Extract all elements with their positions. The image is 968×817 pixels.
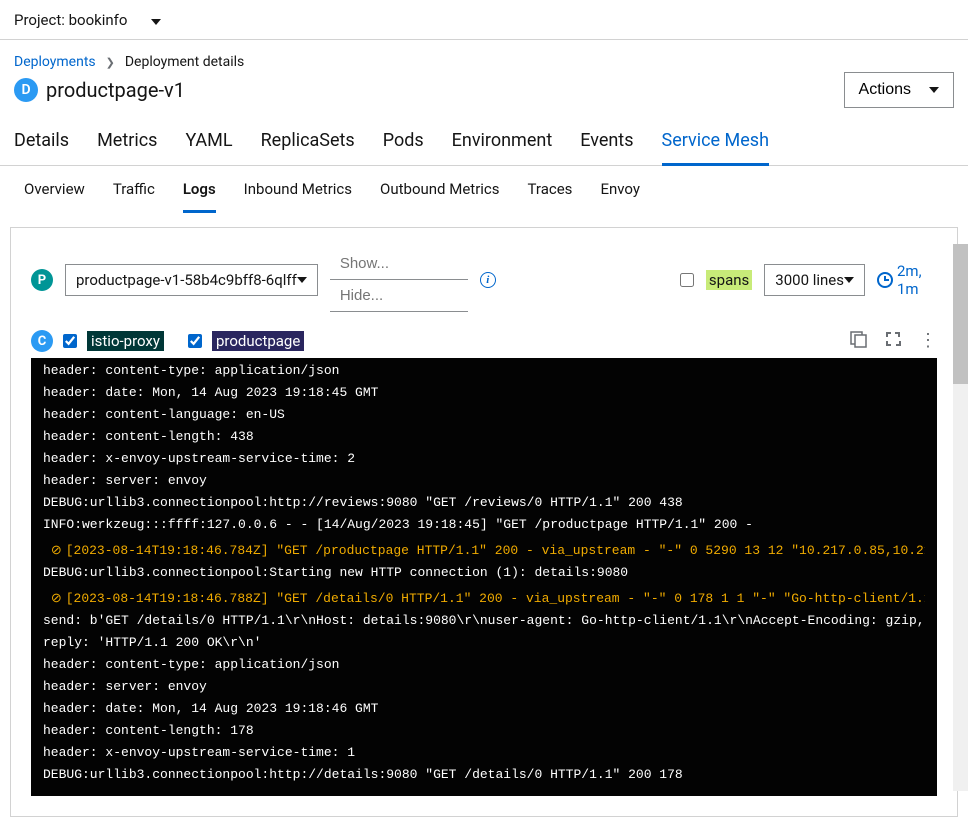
lines-select-value: 3000 lines <box>775 271 844 289</box>
productpage-checkbox[interactable] <box>188 334 202 348</box>
project-caret-icon[interactable] <box>151 10 161 29</box>
pod-badge: P <box>31 269 53 291</box>
istio-label: istio-proxy <box>87 331 164 351</box>
page-title: productpage-v1 <box>46 78 185 102</box>
actions-button[interactable]: Actions <box>844 72 954 108</box>
spans-checkbox[interactable] <box>680 273 694 287</box>
caret-down-icon <box>844 277 854 283</box>
log-line: header: server: envoy <box>43 676 925 698</box>
project-label[interactable]: Project: bookinfo <box>14 11 127 29</box>
tab-environment[interactable]: Environment <box>452 118 553 165</box>
scrollbar-thumb[interactable] <box>953 244 968 384</box>
time-range[interactable]: 2m, 1m <box>877 262 937 298</box>
log-line: header: content-type: application/json <box>43 654 925 676</box>
log-line: reply: 'HTTP/1.1 200 OK\r\n' <box>43 632 925 654</box>
caret-down-icon <box>929 87 939 93</box>
istio-checkbox[interactable] <box>63 334 77 348</box>
log-line: INFO:werkzeug:::ffff:127.0.0.6 - - [14/A… <box>43 514 925 536</box>
log-line: header: date: Mon, 14 Aug 2023 19:18:45 … <box>43 382 925 404</box>
caret-down-icon <box>297 277 307 283</box>
page-header: Deployments ❯ Deployment details D produ… <box>0 40 968 118</box>
subtab-traffic[interactable]: Traffic <box>113 168 155 213</box>
info-icon[interactable]: i <box>480 272 496 288</box>
sub-tabs: Overview Traffic Logs Inbound Metrics Outbou… <box>0 168 968 213</box>
subtab-logs[interactable]: Logs <box>183 168 216 213</box>
breadcrumb: Deployments ❯ Deployment details <box>14 54 244 70</box>
lines-select[interactable]: 3000 lines <box>764 264 865 296</box>
tab-events[interactable]: Events <box>580 118 633 165</box>
expand-icon[interactable] <box>885 331 901 351</box>
log-line: header: content-length: 178 <box>43 720 925 742</box>
subtab-outbound-metrics[interactable]: Outbound Metrics <box>380 168 500 213</box>
tab-yaml[interactable]: YAML <box>185 118 232 165</box>
clock-icon <box>877 272 893 288</box>
log-line: header: server: envoy <box>43 470 925 492</box>
tab-details[interactable]: Details <box>14 118 69 165</box>
kebab-icon[interactable]: ⋮ <box>919 332 937 350</box>
log-line: DEBUG:urllib3.connectionpool:http://revi… <box>43 492 925 514</box>
log-line: ⊘[2023-08-14T19:18:46.784Z] "GET /produc… <box>43 540 925 562</box>
spans-label: spans <box>706 270 752 290</box>
tab-pods[interactable]: Pods <box>383 118 424 165</box>
warn-icon: ⊘ <box>51 543 62 558</box>
project-bar: Project: bookinfo <box>0 0 968 40</box>
subtab-overview[interactable]: Overview <box>24 168 85 213</box>
log-line: header: content-length: 438 <box>43 426 925 448</box>
pod-select-value: productpage-v1-58b4c9bff8-6qlff <box>76 271 297 289</box>
warn-icon: ⊘ <box>51 591 62 606</box>
scrollbar[interactable] <box>953 244 968 791</box>
page-title-row: D productpage-v1 <box>14 78 244 102</box>
copy-icon[interactable] <box>850 331 867 352</box>
time-label: 2m, 1m <box>897 262 937 298</box>
log-line: ⊘[2023-08-14T19:18:46.788Z] "GET /detail… <box>43 588 925 610</box>
subtab-envoy[interactable]: Envoy <box>600 168 640 213</box>
log-line: DEBUG:urllib3.connectionpool:http://deta… <box>43 764 925 786</box>
log-line: header: content-type: application/json <box>43 360 925 382</box>
tab-replicasets[interactable]: ReplicaSets <box>261 118 355 165</box>
logs-panel: P productpage-v1-58b4c9bff8-6qlff i span… <box>10 227 958 817</box>
tab-metrics[interactable]: Metrics <box>97 118 157 165</box>
show-filter-input[interactable] <box>330 248 468 280</box>
subtab-inbound-metrics[interactable]: Inbound Metrics <box>244 168 352 213</box>
log-line: header: x-envoy-upstream-service-time: 2 <box>43 448 925 470</box>
log-line: send: b'GET /details/0 HTTP/1.1\r\nHost:… <box>43 610 925 632</box>
log-line: DEBUG:urllib3.connectionpool:Starting ne… <box>43 562 925 584</box>
actions-label: Actions <box>859 81 911 99</box>
log-line: header: x-envoy-upstream-service-time: 1 <box>43 742 925 764</box>
log-controls: P productpage-v1-58b4c9bff8-6qlff i span… <box>31 248 937 312</box>
subtab-traces[interactable]: Traces <box>528 168 573 213</box>
productpage-label: productpage <box>212 331 304 351</box>
pod-select[interactable]: productpage-v1-58b4c9bff8-6qlff <box>65 264 318 296</box>
log-output[interactable]: header: content-type: application/jsonhe… <box>31 358 937 796</box>
deployment-badge: D <box>14 78 38 102</box>
hide-filter-input[interactable] <box>330 280 468 312</box>
tab-service-mesh[interactable]: Service Mesh <box>662 118 769 166</box>
container-row: C istio-proxy productpage ⋮ <box>31 330 937 352</box>
log-line: header: content-language: en-US <box>43 404 925 426</box>
log-line: header: date: Mon, 14 Aug 2023 19:18:46 … <box>43 698 925 720</box>
breadcrumb-deployments[interactable]: Deployments <box>14 54 96 70</box>
breadcrumb-current: Deployment details <box>125 54 244 70</box>
main-tabs: Details Metrics YAML ReplicaSets Pods Environ… <box>0 118 968 166</box>
chevron-right-icon: ❯ <box>106 56 115 69</box>
container-badge: C <box>31 330 53 352</box>
